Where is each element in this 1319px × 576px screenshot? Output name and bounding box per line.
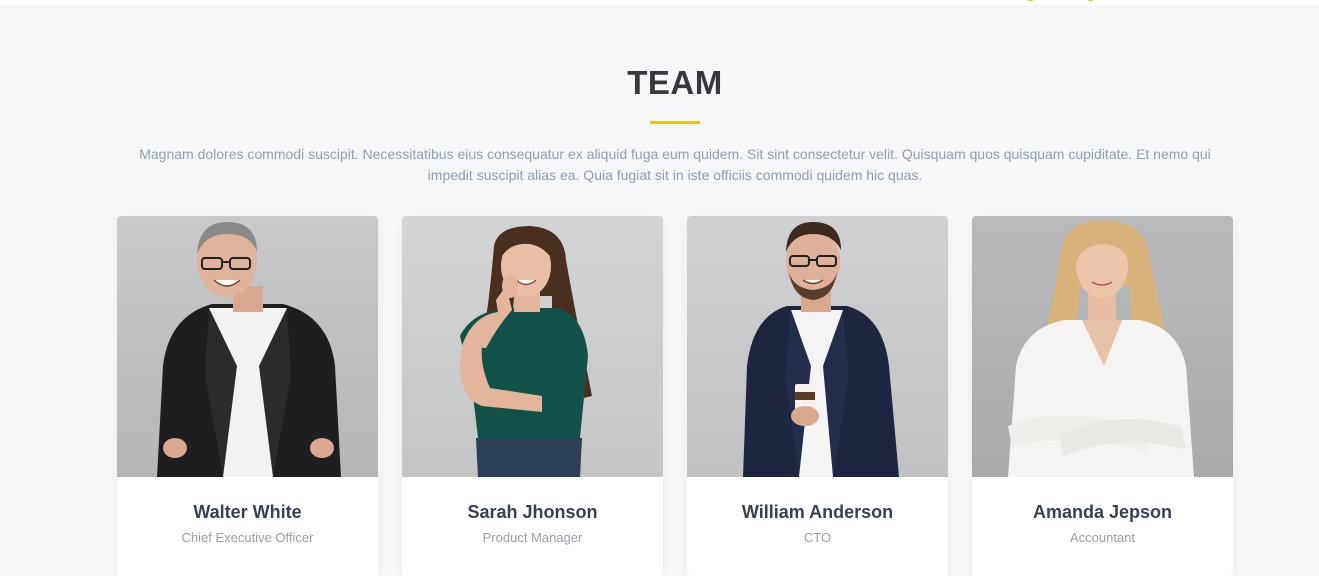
member-name: Amanda Jepson (1032, 502, 1173, 522)
member-photo (117, 216, 378, 477)
member-name: Sarah Jhonson (467, 502, 598, 522)
member-name: Walter White (193, 502, 302, 522)
member-role: Chief Executive Officer (181, 530, 314, 545)
title-underline (650, 121, 700, 124)
team-member-card[interactable]: Sarah Jhonson Product Manager (402, 216, 663, 576)
section-title: TEAM (627, 64, 723, 101)
member-role: Product Manager (482, 530, 583, 545)
team-member-card[interactable]: William Anderson CTO (687, 216, 948, 576)
section-description: Magnam dolores commodi suscipit. Necessi… (139, 146, 1211, 183)
member-photo (972, 216, 1233, 477)
member-role: Accountant (1069, 530, 1136, 545)
member-photo (687, 216, 948, 477)
team-member-card[interactable]: Walter White Chief Executive Officer (117, 216, 378, 576)
header-strip (0, 0, 1319, 5)
member-name: William Anderson (741, 502, 894, 522)
member-photo (402, 216, 663, 477)
team-member-card[interactable]: Amanda Jepson Accountant (972, 216, 1233, 576)
header-accent-fragment (1028, 0, 1100, 2)
member-role: CTO (803, 530, 832, 545)
